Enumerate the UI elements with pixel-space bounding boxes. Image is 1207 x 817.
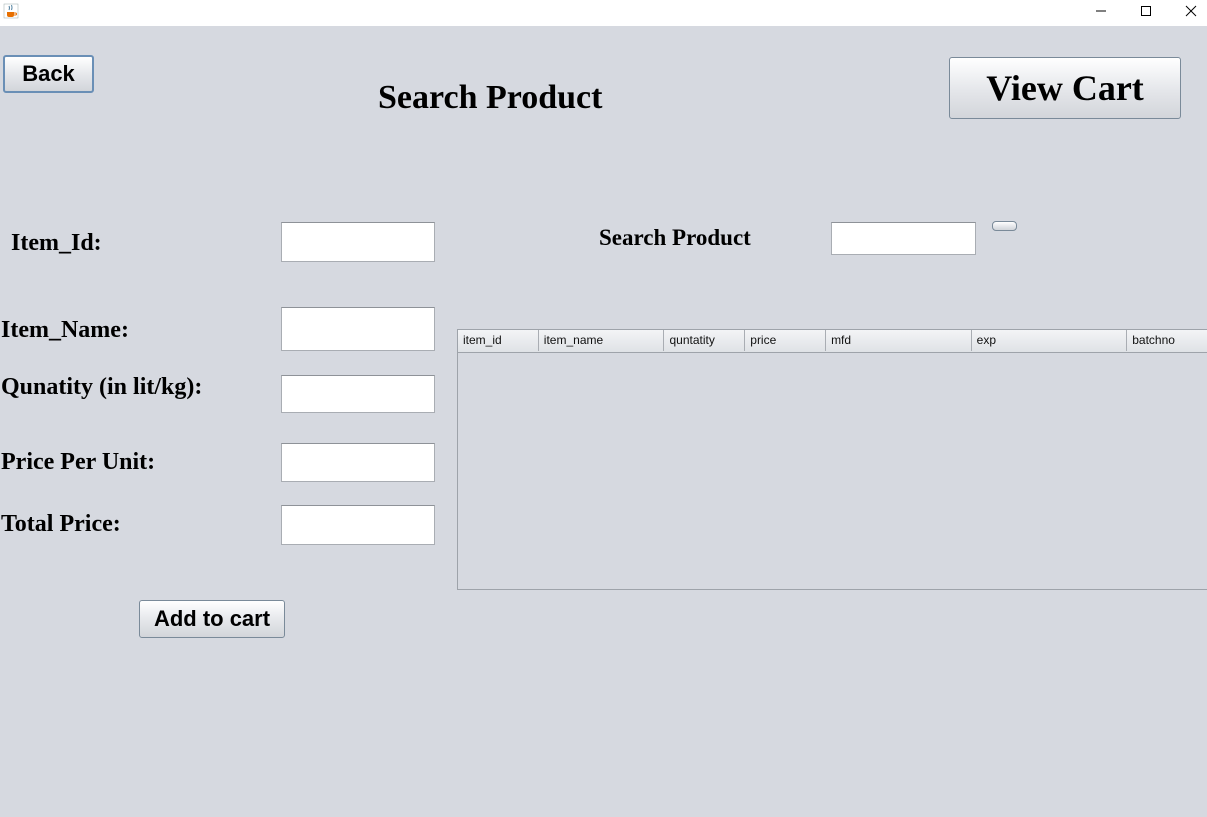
column-header-price[interactable]: price: [745, 330, 827, 351]
total-price-field[interactable]: [281, 505, 435, 545]
column-header-item-name[interactable]: item_name: [539, 330, 665, 351]
item-id-label: Item_Id:: [11, 230, 102, 256]
window-titlebar: [0, 0, 1207, 26]
column-header-item-id[interactable]: item_id: [458, 330, 539, 351]
page-title: Search Product: [378, 79, 603, 116]
column-header-batchno[interactable]: batchno: [1127, 330, 1207, 351]
close-icon: [1185, 5, 1196, 17]
minimize-button[interactable]: [1078, 0, 1123, 22]
column-header-exp[interactable]: exp: [972, 330, 1128, 351]
search-input[interactable]: [831, 222, 976, 255]
search-product-label: Search Product: [599, 225, 751, 250]
quantity-label: Qunatity (in lit/kg):: [1, 374, 203, 400]
quantity-field[interactable]: [281, 375, 435, 413]
item-id-field[interactable]: [281, 222, 435, 262]
item-name-field[interactable]: [281, 307, 435, 351]
minimize-icon: [1095, 10, 1106, 12]
results-table[interactable]: item_id item_name quntatity price mfd ex…: [457, 329, 1207, 590]
close-button[interactable]: [1168, 0, 1207, 22]
maximize-button[interactable]: [1123, 0, 1168, 22]
table-header: item_id item_name quntatity price mfd ex…: [458, 330, 1207, 353]
java-cup-icon: [3, 3, 19, 19]
back-button[interactable]: Back: [3, 55, 94, 93]
total-price-label: Total Price:: [1, 511, 121, 537]
item-name-label: Item_Name:: [1, 317, 129, 343]
price-per-unit-label: Price Per Unit:: [1, 449, 156, 475]
view-cart-button[interactable]: View Cart: [949, 57, 1181, 119]
add-to-cart-button[interactable]: Add to cart: [139, 600, 285, 638]
column-header-quantity[interactable]: quntatity: [664, 330, 746, 351]
maximize-icon: [1140, 6, 1151, 16]
column-header-mfd[interactable]: mfd: [826, 330, 972, 351]
price-per-unit-field[interactable]: [281, 443, 435, 482]
search-button[interactable]: [992, 221, 1017, 231]
